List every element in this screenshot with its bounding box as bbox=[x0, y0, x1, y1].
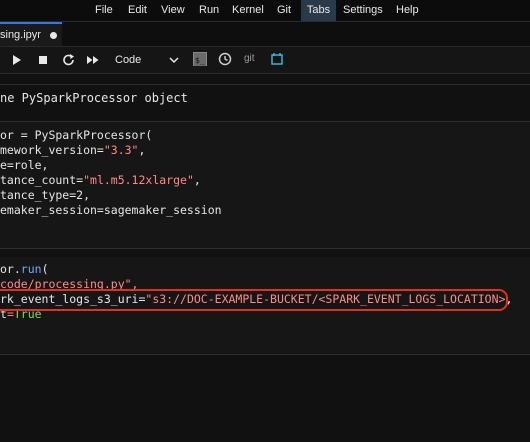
code-line: tance_count="ml.m5.12xlarge", bbox=[0, 173, 201, 188]
cell-separator bbox=[0, 84, 530, 85]
fast-forward-icon[interactable] bbox=[86, 53, 100, 67]
menu-git[interactable]: Git bbox=[273, 0, 295, 21]
cell-type-select[interactable]: Code bbox=[111, 51, 183, 69]
notebook-tab[interactable]: sing.ipyr bbox=[0, 22, 62, 46]
code-line: mework_version="3.3", bbox=[0, 143, 145, 158]
string-token: "ml.m5.12xlarge" bbox=[83, 173, 194, 187]
menu-tabs[interactable]: Tabs bbox=[301, 0, 336, 21]
code-line: tance_type=2, bbox=[0, 188, 90, 203]
tab-bar: sing.ipyr bbox=[0, 22, 530, 47]
code-token: e=role, bbox=[0, 158, 49, 172]
string-token: "3.3" bbox=[103, 143, 139, 157]
notebook-toolbar: Code $_ git bbox=[0, 47, 530, 74]
cell-separator bbox=[0, 354, 530, 355]
code-token: , bbox=[138, 143, 146, 157]
git-button[interactable]: git bbox=[244, 52, 255, 66]
svg-text:$_: $_ bbox=[195, 56, 205, 65]
menu-run[interactable]: Run bbox=[195, 0, 223, 21]
chevron-down-icon bbox=[169, 57, 179, 64]
notebook-area: ne PySparkProcessor object or = PySparkP… bbox=[0, 74, 530, 442]
code-cell[interactable]: or = PySparkProcessor( mework_version="3… bbox=[0, 122, 530, 248]
menu-help[interactable]: Help bbox=[392, 0, 423, 21]
cell-type-label: Code bbox=[115, 54, 142, 66]
code-token: or. bbox=[0, 262, 21, 276]
function-token: run bbox=[20, 262, 42, 276]
code-token: tance_type=2, bbox=[0, 188, 91, 202]
menu-file[interactable]: File bbox=[91, 0, 117, 21]
menu-view[interactable]: View bbox=[157, 0, 189, 21]
debugger-icon[interactable] bbox=[270, 52, 284, 66]
code-token: mework_version= bbox=[0, 143, 104, 157]
code-line: or = PySparkProcessor( bbox=[0, 128, 152, 143]
code-token: tance_count= bbox=[0, 173, 84, 187]
code-token: emaker_session=sagemaker_session bbox=[0, 203, 222, 217]
code-token: , bbox=[193, 173, 201, 187]
terminal-icon[interactable]: $_ bbox=[193, 52, 207, 66]
code-token: ( bbox=[41, 262, 49, 276]
menu-kernel[interactable]: Kernel bbox=[228, 0, 268, 21]
unsaved-indicator-icon[interactable] bbox=[50, 32, 57, 39]
clock-icon[interactable] bbox=[218, 52, 232, 66]
stop-icon[interactable] bbox=[37, 53, 49, 67]
tab-label: sing.ipyr bbox=[0, 29, 41, 41]
cell-separator bbox=[0, 248, 530, 249]
restart-icon[interactable] bbox=[62, 53, 76, 67]
code-token: or = PySparkProcessor( bbox=[0, 128, 153, 142]
menu-bar: File Edit View Run Kernel Git Tabs Setti… bbox=[0, 0, 530, 22]
run-icon[interactable] bbox=[12, 53, 22, 67]
code-line: e=role, bbox=[0, 158, 48, 173]
menu-edit[interactable]: Edit bbox=[124, 0, 151, 21]
code-line: emaker_session=sagemaker_session bbox=[0, 203, 222, 218]
code-line: or.run( bbox=[0, 262, 49, 277]
menu-settings[interactable]: Settings bbox=[339, 0, 387, 21]
highlight-annotation bbox=[0, 289, 508, 311]
markdown-cell[interactable]: ne PySparkProcessor object bbox=[0, 91, 188, 105]
